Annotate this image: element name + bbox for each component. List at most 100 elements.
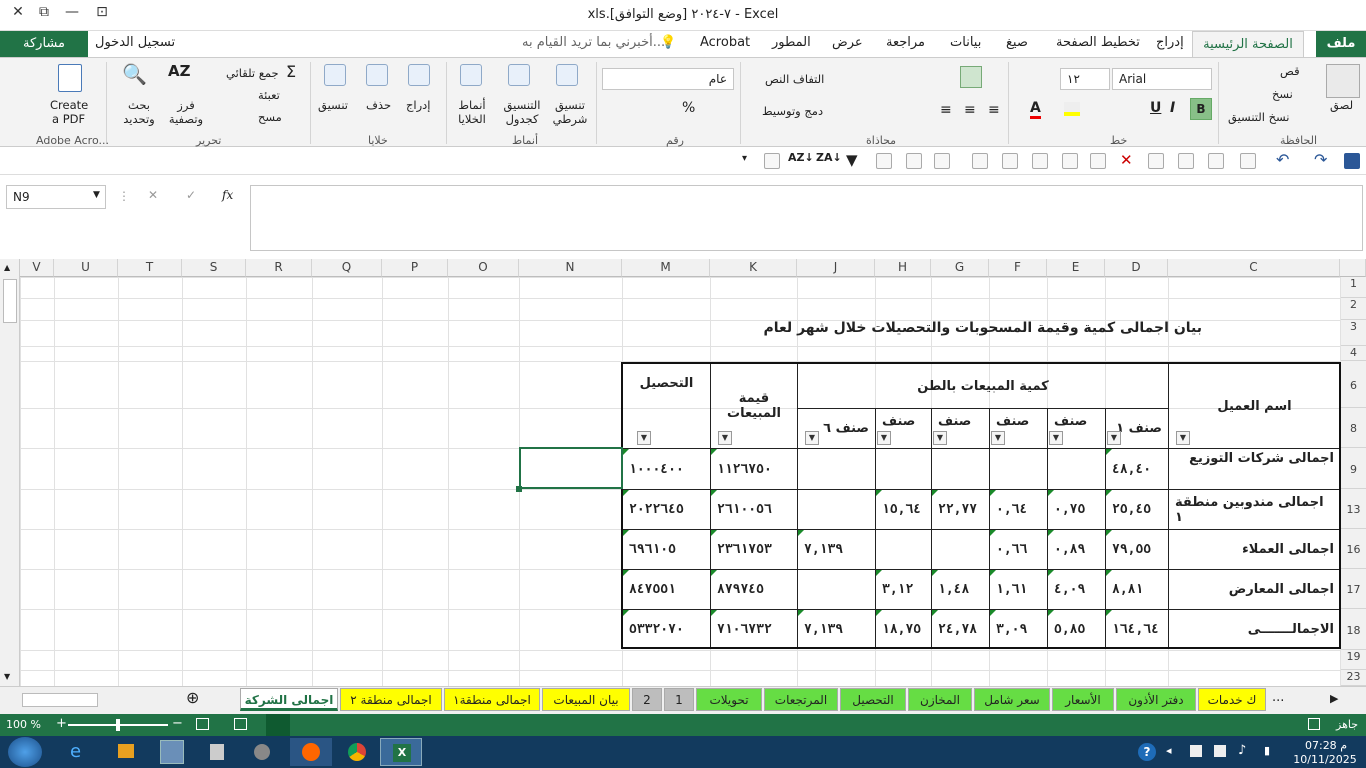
data-cell[interactable]: ٥,٨٥ <box>1047 609 1106 649</box>
sheet-tab[interactable]: دفتر الأذون <box>1116 688 1196 711</box>
font-name-select[interactable]: Arial <box>1112 68 1212 90</box>
qat-tool-icon[interactable] <box>972 153 988 169</box>
sheet-tab[interactable]: المرتجعات <box>764 688 838 711</box>
font-color-button[interactable]: A <box>1030 100 1041 119</box>
firefox-task[interactable] <box>290 738 332 766</box>
format-as-table-icon[interactable] <box>508 64 530 86</box>
data-cell[interactable]: ١١٢٦٧٥٠ <box>710 448 798 490</box>
sheet-tab[interactable]: اجمالى منطقة١ <box>444 688 540 711</box>
qat-tool-icon[interactable] <box>1178 153 1194 169</box>
data-cell[interactable]: ٣,١٢ <box>875 569 932 610</box>
clock-time[interactable]: 07:28 م <box>1296 739 1356 752</box>
row-header[interactable]: 23 <box>1340 670 1366 686</box>
clock-date[interactable]: 10/11/2025 <box>1290 753 1360 766</box>
wrap-text-button[interactable]: التفاف النص <box>765 72 824 86</box>
data-cell[interactable]: ١٨,٧٥ <box>875 609 932 649</box>
sheet-tab[interactable]: المخازن <box>908 688 972 711</box>
page-break-view-icon[interactable] <box>196 718 209 730</box>
copy-button[interactable]: نسخ <box>1272 87 1293 101</box>
vertical-scrollbar[interactable]: ▲ ▼ <box>0 259 20 686</box>
data-cell[interactable] <box>931 529 990 570</box>
sort-asc-icon[interactable]: AZ↓ <box>788 151 814 164</box>
redo-icon[interactable]: ↷ <box>1314 150 1327 169</box>
delete-cells-button[interactable]: حذف <box>366 98 391 112</box>
tray-icon[interactable] <box>1214 745 1226 757</box>
accessibility-icon[interactable] <box>1308 718 1320 730</box>
normal-view-icon[interactable] <box>266 714 290 736</box>
tab-insert[interactable]: إدراج <box>1156 35 1184 50</box>
paste-icon[interactable] <box>1326 64 1360 98</box>
tray-arrow-icon[interactable]: ◂ <box>1166 744 1172 757</box>
fill-handle[interactable] <box>516 486 522 492</box>
scroll-thumb[interactable] <box>3 279 17 323</box>
tab-file[interactable]: ملف <box>1316 31 1366 57</box>
delete-row-icon[interactable]: ✕ <box>1120 151 1133 169</box>
qat-tool-icon[interactable] <box>1148 153 1164 169</box>
add-sheet-icon[interactable]: ⊕ <box>186 688 199 707</box>
filter-dropdown-icon[interactable]: ▼ <box>1107 431 1121 445</box>
row-header[interactable]: 6 <box>1340 361 1366 408</box>
merge-center-button[interactable]: دمج وتوسيط <box>762 104 823 118</box>
data-cell[interactable] <box>797 448 876 490</box>
clear-button[interactable]: مسح <box>258 110 282 124</box>
cut-button[interactable]: قص <box>1280 64 1300 78</box>
column-header[interactable]: F <box>989 259 1047 277</box>
align-right-icon[interactable]: ≡ <box>940 102 952 118</box>
minimize-button[interactable]: — <box>60 4 84 24</box>
column-header[interactable]: M <box>622 259 710 277</box>
tab-home[interactable]: الصفحة الرئيسية <box>1192 31 1304 58</box>
zoom-slider-thumb[interactable] <box>116 719 120 731</box>
format-cells-button[interactable]: تنسيق <box>318 98 348 112</box>
zoom-level[interactable]: 100 % <box>6 718 41 731</box>
data-cell[interactable]: ٠,٨٩ <box>1047 529 1106 570</box>
qat-tool-icon[interactable] <box>1032 153 1048 169</box>
network-icon[interactable]: ▮ <box>1264 744 1270 757</box>
data-cell[interactable]: ٦٩٦١٠٥ <box>622 529 711 570</box>
insert-function-button[interactable]: fx <box>222 188 233 202</box>
sheet-tab[interactable]: 1 <box>664 688 694 711</box>
active-cell[interactable] <box>519 447 623 489</box>
qat-tool-icon[interactable] <box>906 153 922 169</box>
media-player-icon[interactable] <box>118 744 134 758</box>
formula-input[interactable] <box>250 185 1363 251</box>
fill-color-icon[interactable] <box>1064 102 1080 116</box>
column-header[interactable]: D <box>1105 259 1168 277</box>
cell-styles-icon[interactable] <box>460 64 482 86</box>
sheet-tab[interactable]: تحويلات <box>696 688 762 711</box>
data-cell[interactable]: ١٠٠٠٤٠٠ <box>622 448 711 490</box>
undo-icon[interactable]: ↶ <box>1276 150 1289 169</box>
filter-dropdown-icon[interactable]: ▼ <box>805 431 819 445</box>
cancel-entry-button[interactable]: ✕ <box>148 188 158 202</box>
restore-button[interactable]: ⧉ <box>32 4 56 24</box>
row-label[interactable]: اجمالى المعارض <box>1168 569 1341 610</box>
qat-tool-icon[interactable] <box>1208 153 1224 169</box>
volume-icon[interactable]: ♪ <box>1238 743 1246 758</box>
data-cell[interactable] <box>797 489 876 530</box>
row-label[interactable]: اجمالى مندوبين منطقة ١ <box>1168 489 1341 530</box>
qat-tool-icon[interactable] <box>934 153 950 169</box>
file-explorer-icon[interactable] <box>160 740 184 764</box>
sheet-tab[interactable]: التحصيل <box>840 688 906 711</box>
data-cell[interactable]: ٢٥,٤٥ <box>1105 489 1169 530</box>
data-cell[interactable]: ٢٢,٧٧ <box>931 489 990 530</box>
fill-button[interactable]: تعبئة <box>258 88 280 102</box>
data-cell[interactable]: ٥٣٣٢٠٧٠ <box>622 609 711 649</box>
tab-data[interactable]: بيانات <box>950 35 981 50</box>
data-cell[interactable]: ٢٦١٠٠٥٦ <box>710 489 798 530</box>
row-header[interactable]: 19 <box>1340 650 1366 670</box>
row-label[interactable]: الاجمالـــــــى <box>1168 609 1341 649</box>
conditional-formatting-icon[interactable] <box>556 64 578 86</box>
search-icon[interactable]: 🔍 <box>122 62 147 86</box>
column-header[interactable]: T <box>118 259 182 277</box>
create-pdf-line1[interactable]: Create <box>50 98 88 112</box>
column-header[interactable]: G <box>931 259 989 277</box>
autosum-button[interactable]: جمع تلقائي <box>226 66 279 80</box>
row-header[interactable]: 18 <box>1340 609 1366 650</box>
help-icon[interactable]: ? <box>1138 743 1156 761</box>
format-cells-icon[interactable] <box>324 64 346 86</box>
sort-filter-icon[interactable]: AZ <box>168 62 191 80</box>
name-box[interactable]: N9 ▼ <box>6 185 106 209</box>
data-cell[interactable]: ٨,٨١ <box>1105 569 1169 610</box>
data-cell[interactable] <box>875 448 932 490</box>
sort-filter-button[interactable]: فرز وتصفية <box>168 98 204 126</box>
